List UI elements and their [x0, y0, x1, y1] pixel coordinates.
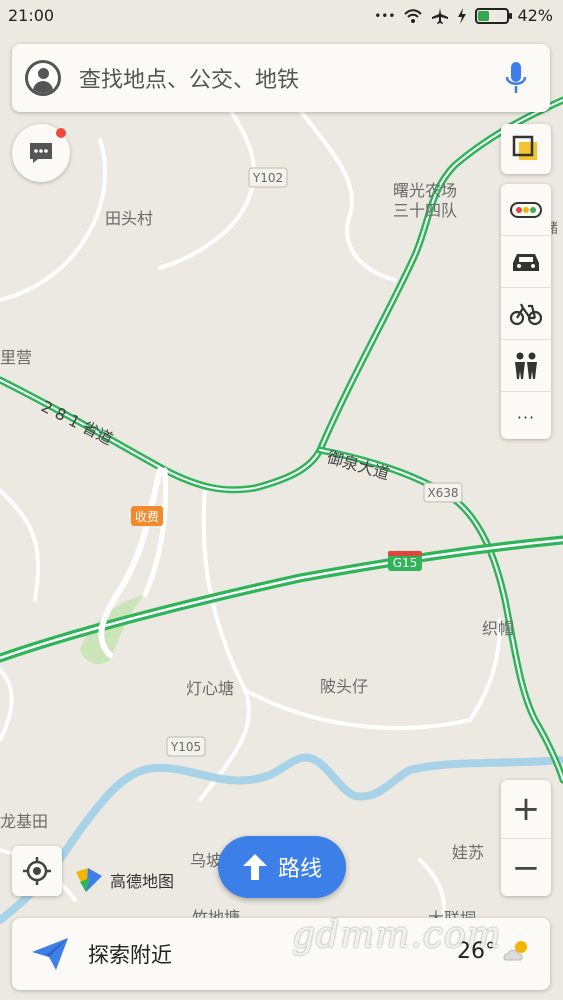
watermark: gdmm.com: [292, 915, 502, 956]
route-label: 路线: [277, 857, 322, 882]
more-icon: ···: [516, 408, 536, 427]
arrow-up-icon: [242, 854, 267, 880]
layers-icon: [512, 135, 537, 160]
amap-logo-icon: [76, 868, 102, 892]
notification-dot: [56, 128, 66, 138]
explore-nearby-label: 探索附近: [88, 943, 172, 967]
status-icons: ••• 42%: [374, 6, 553, 25]
more-dots-icon: •••: [374, 8, 396, 23]
search-input[interactable]: 查找地点、公交、地铁: [79, 62, 504, 94]
people-icon: [515, 352, 537, 379]
amap-logo-text: 高德地图: [110, 872, 175, 891]
traffic-icon: [510, 201, 542, 218]
charging-icon: [458, 7, 467, 24]
map-label-zhimao: 织帽: [482, 619, 514, 638]
zoom-out-button[interactable]: −: [501, 839, 551, 897]
taxi-icon: [513, 253, 539, 271]
map-label-shantou: 陂头仔: [320, 677, 368, 696]
route-button[interactable]: 路线: [218, 836, 346, 898]
status-bar: 21:00 ••• 42%: [0, 0, 563, 32]
map-label-g15: G15: [393, 556, 418, 570]
layers-button[interactable]: [501, 124, 551, 174]
map-label-shuguang: 曙光农场: [393, 181, 457, 200]
map-tools-panel: ···: [501, 184, 551, 439]
map-label-y102: Y102: [252, 171, 283, 185]
people-button[interactable]: [501, 340, 551, 392]
traffic-button[interactable]: [501, 184, 551, 236]
map-label-shuguang-team: 三十四队: [393, 201, 457, 220]
zoom-in-button[interactable]: +: [501, 780, 551, 839]
locate-button[interactable]: [12, 846, 62, 896]
paper-plane-icon: [32, 938, 68, 970]
map-label-longji: 龙基田: [0, 812, 48, 831]
partly-cloudy-icon: [503, 941, 527, 961]
message-button[interactable]: [12, 124, 70, 182]
search-bar[interactable]: 查找地点、公交、地铁: [12, 44, 550, 112]
map-label-tiantou: 田头村: [105, 209, 153, 228]
more-tools-button[interactable]: ···: [501, 392, 551, 443]
zoom-control: + −: [501, 780, 551, 896]
bike-button[interactable]: [501, 288, 551, 340]
chat-icon: [30, 143, 52, 163]
map-label-liying: 里营: [0, 348, 32, 367]
map-label-toll: 收费: [135, 510, 159, 524]
airplane-icon: [432, 7, 449, 24]
crosshair-icon: [23, 857, 51, 885]
avatar[interactable]: [25, 60, 61, 96]
map-label-wasu: 娃苏: [452, 843, 484, 862]
map-label-x638: X638: [427, 486, 458, 500]
map-label-dengxin: 灯心塘: [186, 679, 234, 698]
battery-icon: [475, 7, 513, 24]
battery-percent: 42%: [517, 6, 553, 25]
amap-logo: 高德地图: [74, 866, 174, 894]
microphone-icon[interactable]: [504, 60, 528, 96]
wifi-icon: [404, 8, 423, 23]
status-time: 21:00: [8, 6, 55, 25]
taxi-button[interactable]: [501, 236, 551, 288]
bike-icon: [510, 303, 542, 325]
map-label-y105: Y105: [170, 740, 201, 754]
